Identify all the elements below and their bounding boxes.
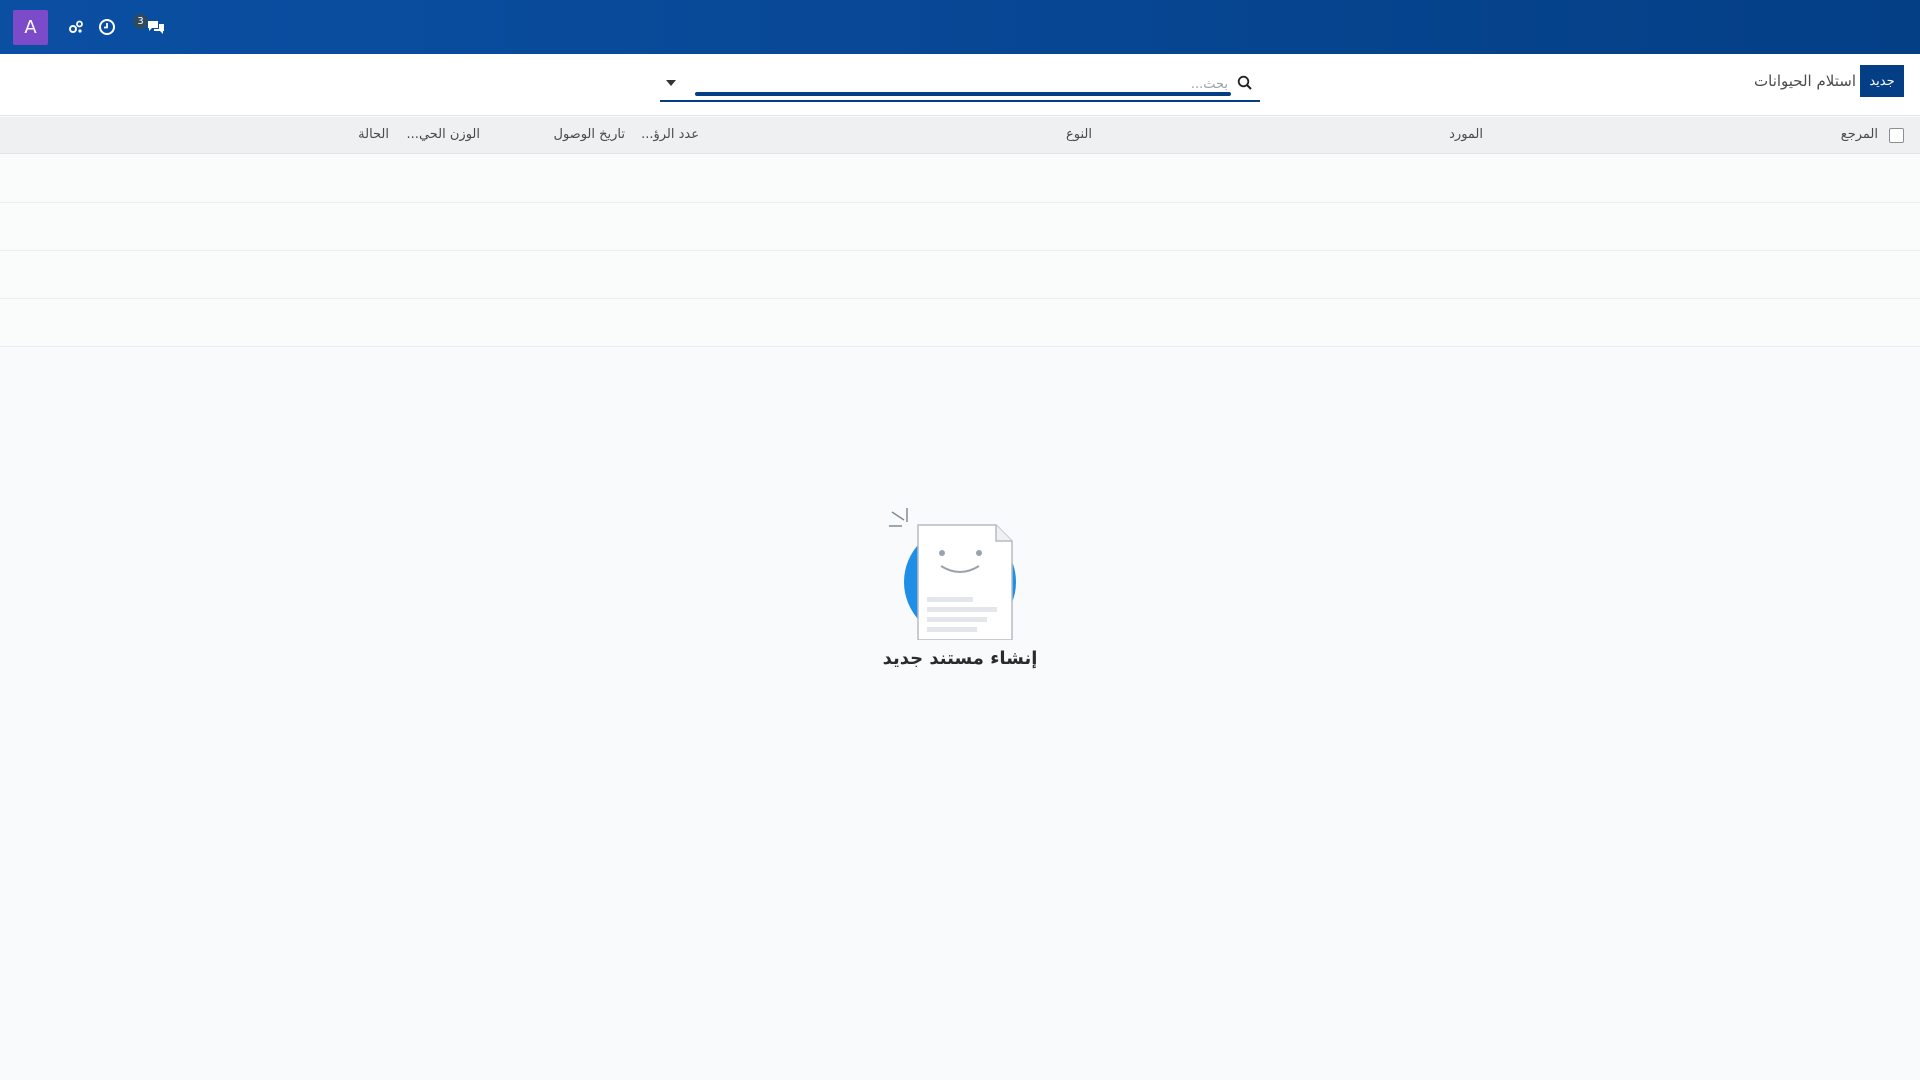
empty-state-title[interactable]: إنشاء مستند جديد bbox=[860, 648, 1060, 669]
column-heads-count[interactable]: عدد الرؤ... bbox=[641, 127, 699, 142]
empty-row bbox=[0, 251, 1920, 299]
column-live-weight[interactable]: الوزن الحي... bbox=[407, 127, 480, 142]
avatar-letter: A bbox=[24, 17, 37, 38]
select-all-checkbox[interactable] bbox=[1889, 128, 1904, 143]
column-arrival-date[interactable]: تاريخ الوصول bbox=[554, 127, 626, 142]
page-title: استلام الحيوانات bbox=[1754, 72, 1856, 90]
search-options-toggle[interactable] bbox=[666, 80, 676, 86]
empty-row bbox=[0, 203, 1920, 251]
messages-badge: 3 bbox=[133, 14, 148, 29]
column-status[interactable]: الحالة bbox=[358, 127, 389, 142]
search-input[interactable] bbox=[690, 74, 1230, 94]
new-button[interactable]: جديد bbox=[1860, 65, 1904, 97]
search-icon[interactable] bbox=[1236, 74, 1254, 92]
list-header: المرجع المورد النوع عدد الرؤ... تاريخ ال… bbox=[0, 117, 1920, 154]
empty-row bbox=[0, 155, 1920, 203]
control-panel: جديد استلام الحيوانات bbox=[0, 54, 1920, 116]
search-bar[interactable] bbox=[660, 68, 1260, 102]
empty-document-illustration bbox=[889, 508, 1016, 641]
clock-icon[interactable] bbox=[96, 16, 118, 38]
column-reference[interactable]: المرجع bbox=[1841, 127, 1878, 142]
empty-state: إنشاء مستند جديد bbox=[860, 500, 1060, 690]
empty-row bbox=[0, 299, 1920, 347]
messages-icon[interactable] bbox=[145, 16, 167, 38]
search-focus-bar bbox=[695, 92, 1231, 96]
column-type[interactable]: النوع bbox=[1066, 127, 1092, 142]
user-avatar[interactable]: A bbox=[13, 10, 48, 45]
activity-icon[interactable] bbox=[65, 16, 87, 38]
messages-count: 3 bbox=[137, 16, 144, 27]
top-navbar: A 3 bbox=[0, 0, 1920, 54]
column-supplier[interactable]: المورد bbox=[1449, 127, 1483, 142]
